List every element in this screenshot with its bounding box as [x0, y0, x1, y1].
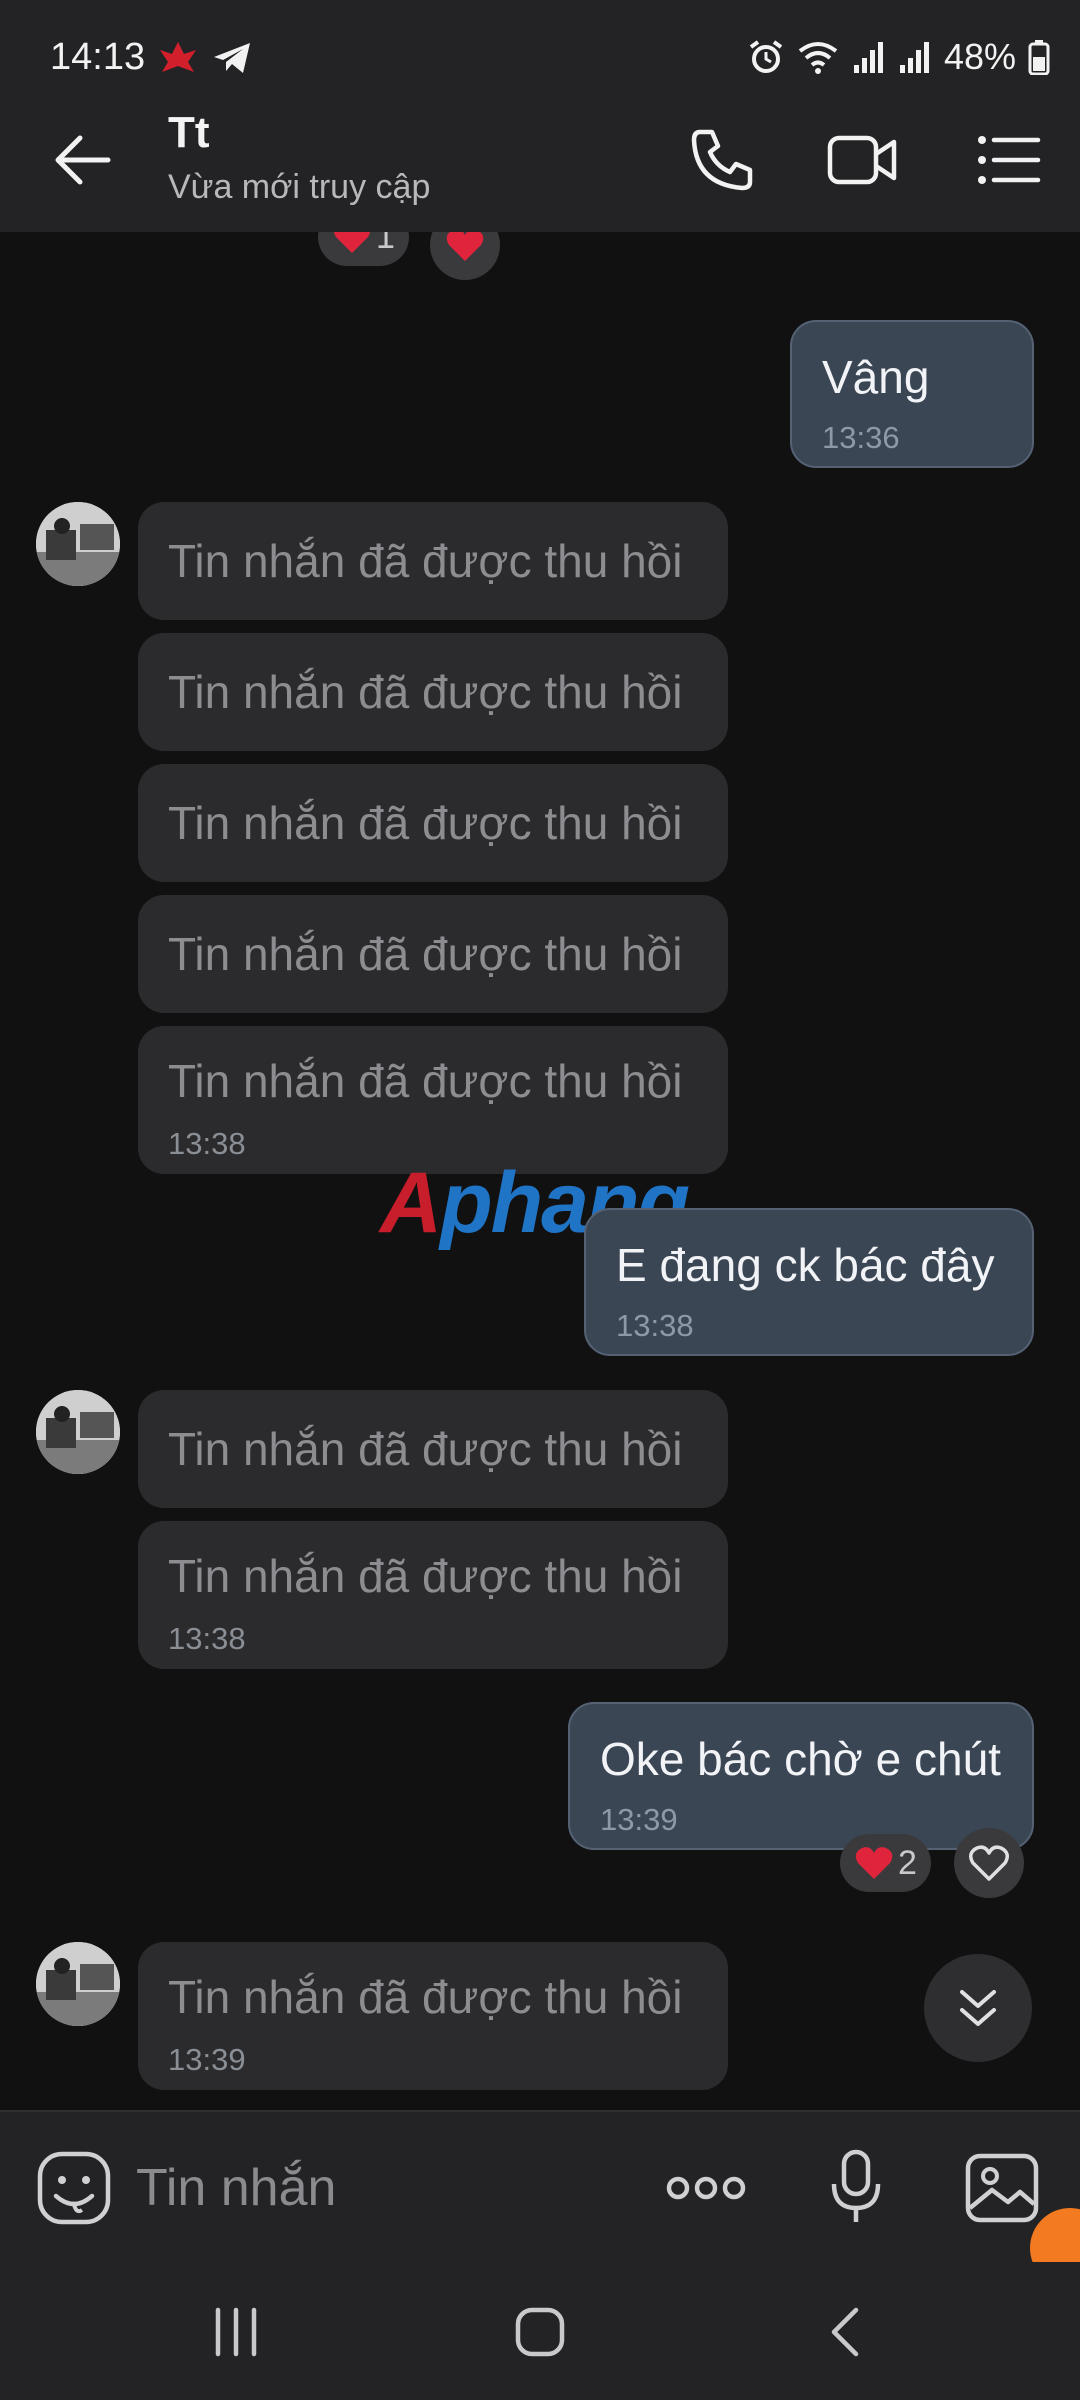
battery-icon [1028, 40, 1050, 75]
home-icon [515, 2307, 565, 2357]
avatar[interactable] [36, 1942, 120, 2026]
recalled-message[interactable]: Tin nhắn đã được thu hồi 13:38 [138, 1026, 728, 1174]
message-text: Tin nhắn đã được thu hồi [168, 1971, 683, 2023]
message-text: Tin nhắn đã được thu hồi [168, 797, 683, 849]
app-notification-icon [160, 42, 196, 72]
recalled-message[interactable]: Tin nhắn đã được thu hồi 13:38 [138, 1521, 728, 1669]
recalled-message[interactable]: Tin nhắn đã được thu hồi [138, 1390, 728, 1508]
message-text: Tin nhắn đã được thu hồi [168, 1423, 683, 1475]
alarm-icon [749, 40, 783, 73]
message-time: 13:38 [168, 1621, 246, 1656]
mic-icon[interactable] [826, 2148, 886, 2228]
chevron-double-down-icon [960, 1990, 996, 2026]
menu-icon[interactable] [972, 124, 1044, 196]
wifi-icon [798, 42, 838, 74]
message-time: 13:39 [600, 1802, 678, 1837]
outgoing-message[interactable]: Oke bác chờ e chút 13:39 [568, 1702, 1034, 1850]
chat-area[interactable]: 1 Vâng 13:36 Tin nhắn đã được thu hồi Ti… [0, 232, 1080, 2110]
home-button[interactable] [500, 2292, 580, 2372]
message-text: Tin nhắn đã được thu hồi [168, 1550, 683, 1602]
outgoing-message[interactable]: Vâng 13:36 [790, 320, 1034, 468]
system-nav-bar [0, 2262, 1080, 2400]
react-button[interactable] [430, 232, 500, 280]
recalled-message[interactable]: Tin nhắn đã được thu hồi [138, 633, 728, 751]
image-icon[interactable] [964, 2150, 1040, 2226]
message-time: 13:38 [616, 1308, 694, 1343]
status-time: 14:13 [50, 36, 146, 78]
status-bar: 14:13 48% [0, 0, 1080, 88]
message-time: 13:39 [168, 2042, 246, 2077]
reaction-count: 1 [376, 232, 395, 256]
heart-icon [855, 1847, 893, 1879]
avatar[interactable] [36, 502, 120, 586]
more-dots-icon[interactable] [664, 2168, 748, 2208]
message-time: 13:36 [822, 420, 900, 455]
avatar[interactable] [36, 1390, 120, 1474]
battery-percent: 48% [943, 36, 1016, 77]
message-time: 13:38 [168, 1126, 246, 1161]
reaction-count: 2 [898, 1843, 917, 1882]
message-text: Vâng [822, 351, 930, 403]
recalled-message[interactable]: Tin nhắn đã được thu hồi [138, 764, 728, 882]
nav-back-icon [831, 2307, 859, 2357]
telegram-icon [214, 43, 250, 73]
message-input[interactable] [136, 2152, 616, 2224]
contact-status: Vừa mới truy cập [168, 168, 431, 206]
video-icon[interactable] [826, 124, 898, 196]
reaction-pill[interactable]: 2 [840, 1834, 931, 1892]
message-text: Tin nhắn đã được thu hồi [168, 928, 683, 980]
sticker-icon[interactable] [36, 2150, 112, 2226]
nav-back-button[interactable] [804, 2292, 884, 2372]
avatar-image [36, 1942, 120, 2026]
message-text: Tin nhắn đã được thu hồi [168, 1055, 683, 1107]
heart-outline-icon [969, 1845, 1009, 1881]
recalled-message[interactable]: Tin nhắn đã được thu hồi [138, 502, 728, 620]
react-button[interactable] [954, 1828, 1024, 1898]
back-arrow-icon[interactable] [50, 128, 114, 192]
message-text: Tin nhắn đã được thu hồi [168, 535, 683, 587]
message-text: Oke bác chờ e chút [600, 1733, 1001, 1785]
heart-icon [333, 232, 371, 253]
avatar-image [36, 1390, 120, 1474]
recalled-message[interactable]: Tin nhắn đã được thu hồi [138, 895, 728, 1013]
recent-apps-icon [215, 2307, 257, 2357]
heart-icon [446, 232, 484, 261]
chat-header: Tt Vừa mới truy cập [0, 88, 1080, 232]
reaction-pill[interactable]: 1 [318, 232, 409, 266]
signal-icon [853, 42, 883, 73]
phone-icon[interactable] [686, 124, 758, 196]
signal-icon-2 [899, 42, 929, 73]
recalled-message[interactable]: Tin nhắn đã được thu hồi 13:39 [138, 1942, 728, 2090]
message-input-bar [0, 2110, 1080, 2288]
outgoing-message[interactable]: E đang ck bác đây 13:38 [584, 1208, 1034, 1356]
recent-apps-button[interactable] [196, 2292, 276, 2372]
message-text: Tin nhắn đã được thu hồi [168, 666, 683, 718]
scroll-to-bottom-button[interactable] [924, 1954, 1032, 2062]
avatar-image [36, 502, 120, 586]
message-text: E đang ck bác đây [616, 1239, 995, 1291]
contact-name[interactable]: Tt [168, 108, 210, 158]
